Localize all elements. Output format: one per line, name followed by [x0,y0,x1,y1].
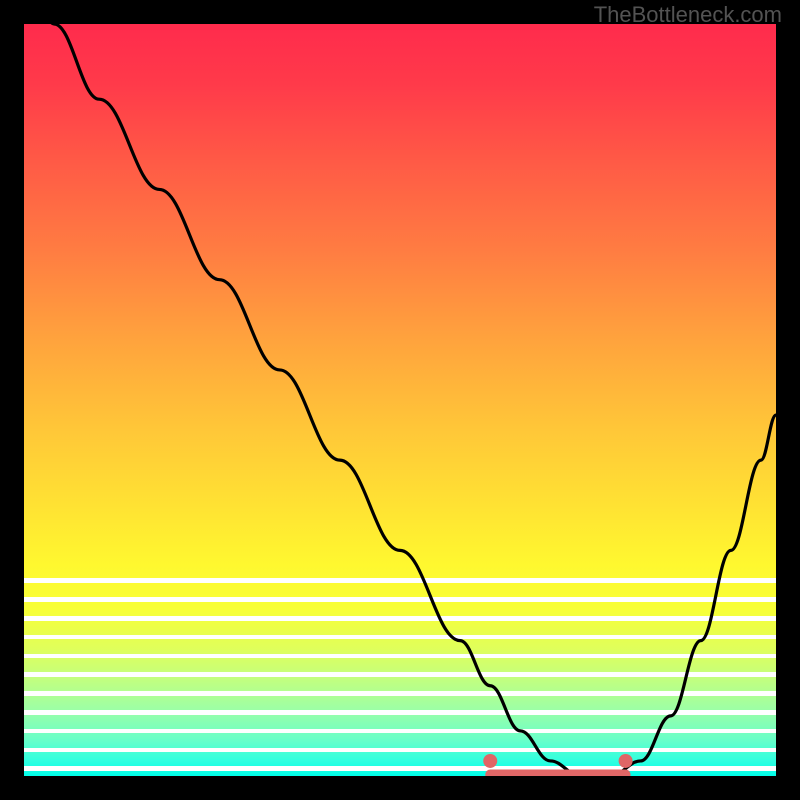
marker-flat-start [483,754,497,768]
curve-svg [24,24,776,776]
plot-area [24,24,776,776]
curve-markers [483,754,632,768]
marker-flat-end [619,754,633,768]
bottleneck-curve [24,24,776,776]
chart-frame: TheBottleneck.com [0,0,800,800]
